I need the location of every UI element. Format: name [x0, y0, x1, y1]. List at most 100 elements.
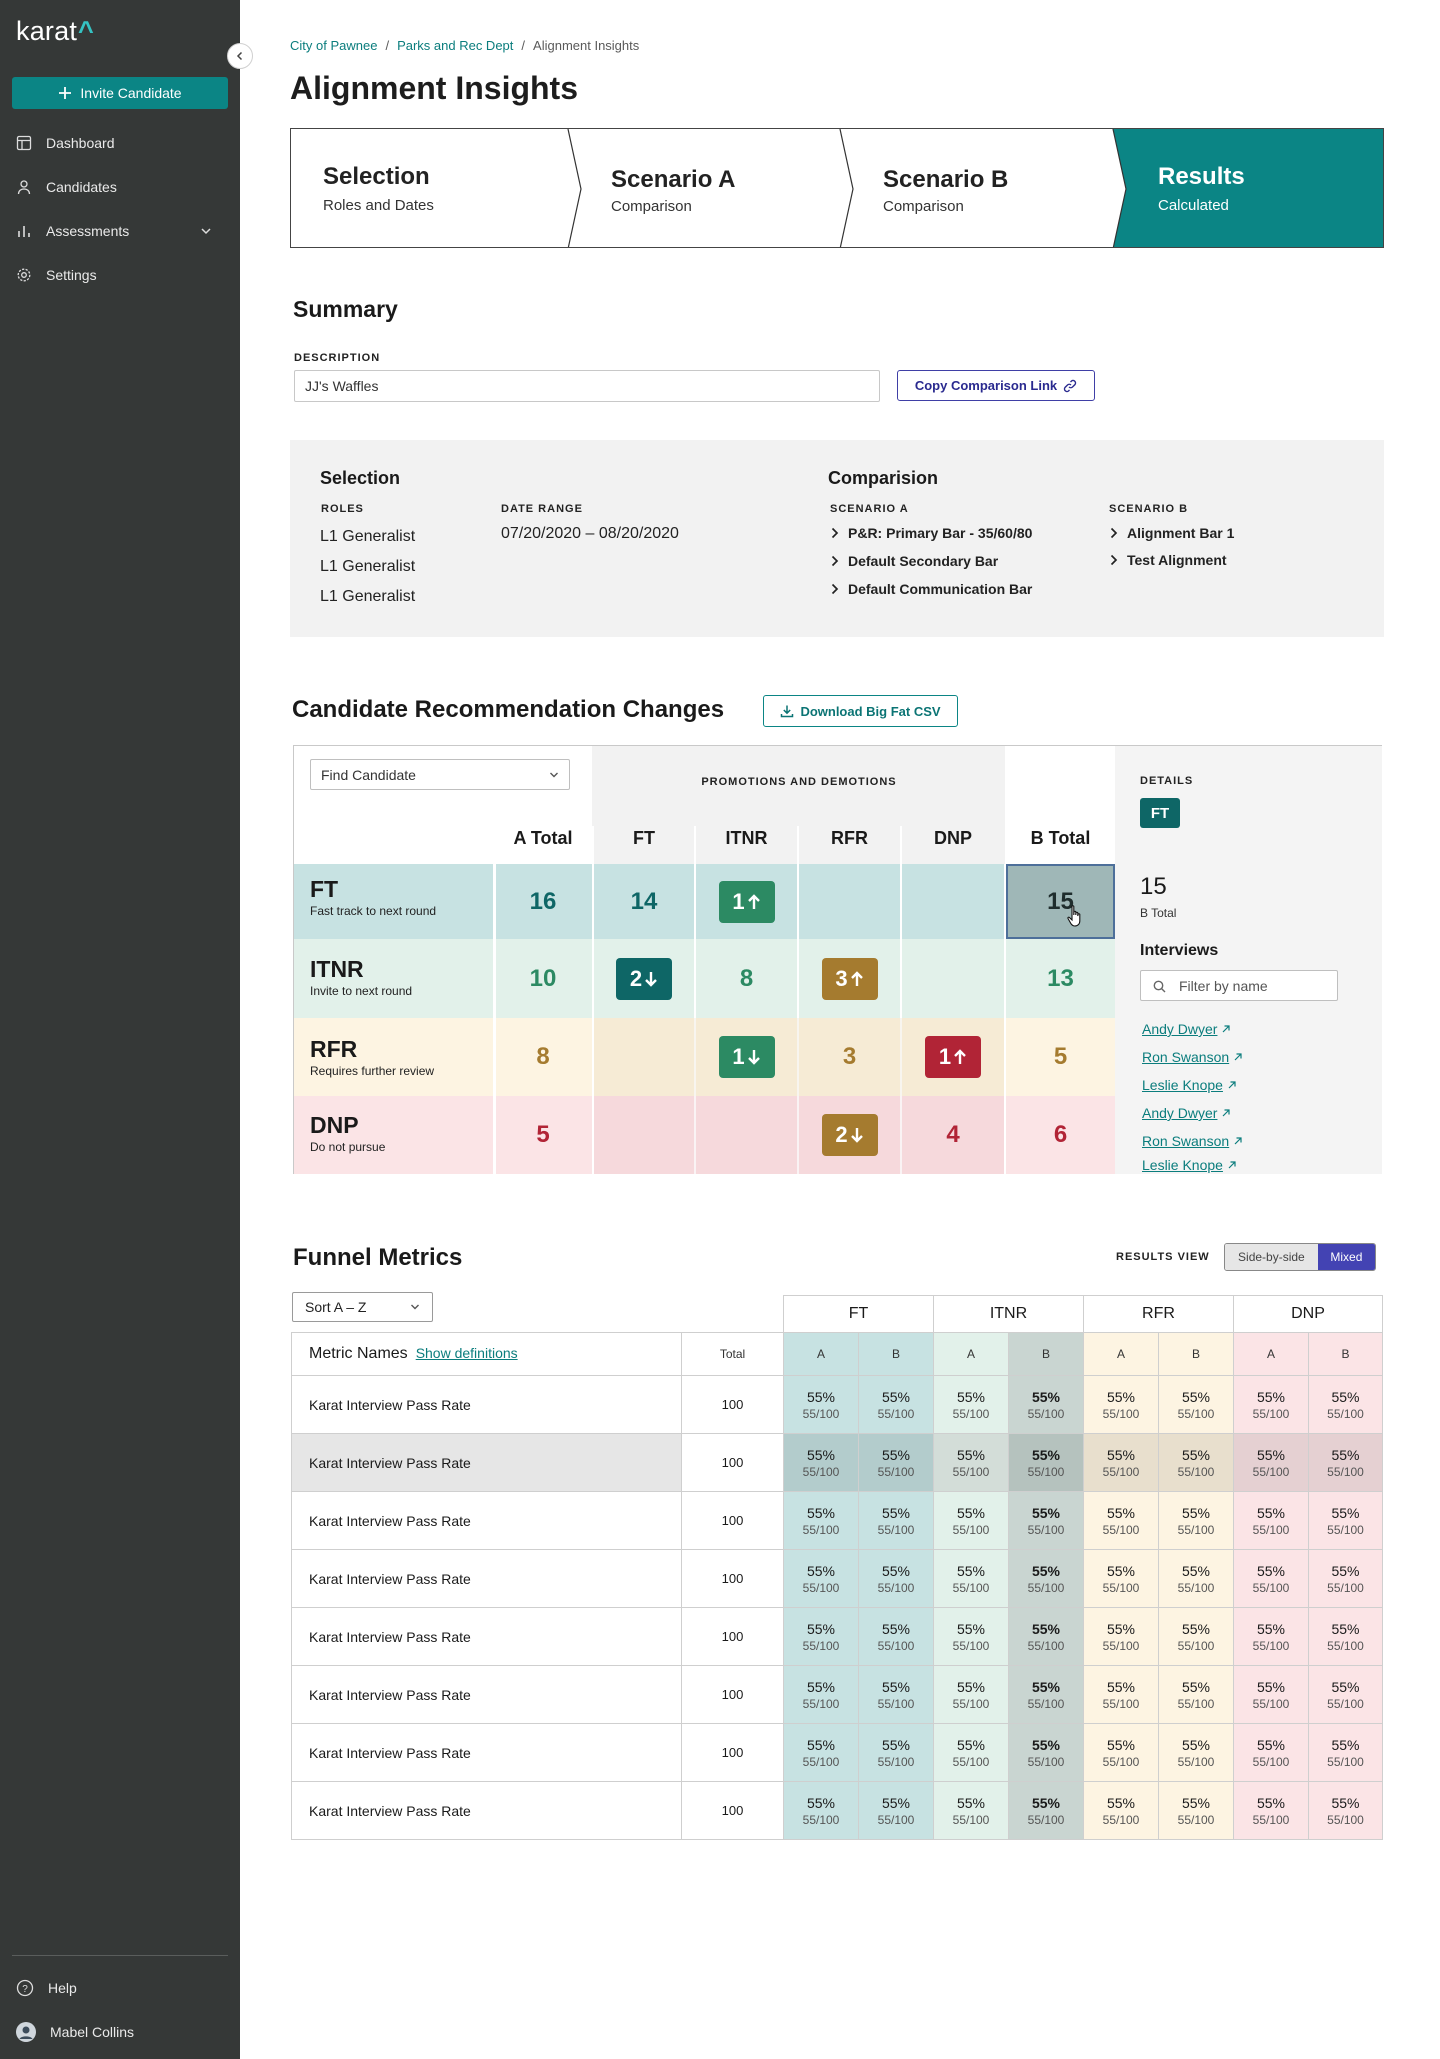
metric-cell[interactable]: 55% 55/100	[783, 1549, 859, 1608]
sidebar-item-assessments[interactable]: Assessments	[0, 211, 240, 251]
metric-cell[interactable]: 55% 55/100	[783, 1781, 859, 1840]
metric-cell[interactable]: 55% 55/100	[1308, 1781, 1383, 1840]
metric-cell[interactable]: 55% 55/100	[1158, 1491, 1234, 1550]
metric-cell[interactable]: 55% 55/100	[1308, 1665, 1383, 1724]
interview-link[interactable]: Andy Dwyer	[1142, 1099, 1243, 1127]
metric-cell[interactable]: 55% 55/100	[858, 1607, 934, 1666]
matrix-cell[interactable]: 1	[696, 1018, 797, 1096]
metric-cell[interactable]: 55% 55/100	[933, 1781, 1009, 1840]
metric-cell[interactable]: 55% 55/100	[858, 1665, 934, 1724]
interview-link[interactable]: Andy Dwyer	[1142, 1015, 1243, 1043]
metric-cell[interactable]: 55% 55/100	[1008, 1491, 1084, 1550]
b-total-cell[interactable]: 13	[1006, 939, 1115, 1018]
sidebar-item-candidates[interactable]: Candidates	[0, 167, 240, 207]
metric-cell[interactable]: 55% 55/100	[1233, 1665, 1309, 1724]
copy-comparison-link-button[interactable]: Copy Comparison Link	[897, 370, 1095, 401]
karat-logo[interactable]: karat^	[16, 16, 94, 47]
metric-cell[interactable]: 55% 55/100	[858, 1491, 934, 1550]
metric-cell[interactable]: 55% 55/100	[1233, 1375, 1309, 1434]
metric-cell[interactable]: 55% 55/100	[1008, 1549, 1084, 1608]
metric-cell[interactable]: 55% 55/100	[783, 1665, 859, 1724]
a-total-cell[interactable]: 8	[494, 1018, 592, 1096]
metric-cell[interactable]: 55% 55/100	[933, 1723, 1009, 1782]
breadcrumb-link[interactable]: Parks and Rec Dept	[397, 38, 513, 53]
metric-row[interactable]: Karat Interview Pass Rate 100 55% 55/100 55%…	[291, 1433, 1383, 1492]
metric-cell[interactable]: 55% 55/100	[933, 1665, 1009, 1724]
metric-cell[interactable]: 55% 55/100	[1158, 1607, 1234, 1666]
metric-cell[interactable]: 55% 55/100	[783, 1491, 859, 1550]
metric-cell[interactable]: 55% 55/100	[1008, 1607, 1084, 1666]
metric-cell[interactable]: 55% 55/100	[1008, 1665, 1084, 1724]
interview-link[interactable]: Ron Swanson	[1142, 1043, 1243, 1071]
metric-cell[interactable]: 55% 55/100	[1233, 1781, 1309, 1840]
metric-cell[interactable]: 55% 55/100	[933, 1491, 1009, 1550]
metric-cell[interactable]: 55% 55/100	[1158, 1723, 1234, 1782]
sidebar-item-user[interactable]: Mabel Collins	[0, 2012, 240, 2052]
metric-cell[interactable]: 55% 55/100	[858, 1723, 934, 1782]
metric-cell[interactable]: 55% 55/100	[1008, 1723, 1084, 1782]
metric-cell[interactable]: 55% 55/100	[1083, 1665, 1159, 1724]
matrix-cell[interactable]: 14	[594, 864, 694, 939]
step-scenario-a[interactable]: Scenario A Comparison	[581, 129, 841, 247]
matrix-cell[interactable]: 2	[799, 1096, 900, 1174]
metric-cell[interactable]: 55% 55/100	[1308, 1433, 1383, 1492]
metric-cell[interactable]: 55% 55/100	[1308, 1549, 1383, 1608]
scenario-a-item[interactable]: Default Communication Bar	[830, 581, 1032, 597]
metric-row[interactable]: Karat Interview Pass Rate 100 55% 55/100 55%…	[291, 1665, 1383, 1724]
interview-link[interactable]: Leslie Knope	[1142, 1155, 1243, 1175]
scenario-a-item[interactable]: Default Secondary Bar	[830, 553, 998, 569]
metric-cell[interactable]: 55% 55/100	[1083, 1607, 1159, 1666]
metric-cell[interactable]: 55% 55/100	[1308, 1491, 1383, 1550]
metric-cell[interactable]: 55% 55/100	[1158, 1375, 1234, 1434]
a-total-cell[interactable]: 16	[494, 864, 592, 939]
metric-cell[interactable]: 55% 55/100	[783, 1723, 859, 1782]
metric-row[interactable]: Karat Interview Pass Rate 100 55% 55/100 55%…	[291, 1723, 1383, 1782]
metric-row[interactable]: Karat Interview Pass Rate 100 55% 55/100 55%…	[291, 1607, 1383, 1666]
description-input[interactable]: JJ's Waffles	[294, 370, 880, 402]
metric-cell[interactable]: 55% 55/100	[783, 1375, 859, 1434]
invite-candidate-button[interactable]: Invite Candidate	[12, 77, 228, 109]
metric-cell[interactable]: 55% 55/100	[858, 1549, 934, 1608]
breadcrumb-link[interactable]: City of Pawnee	[290, 38, 377, 53]
metric-row[interactable]: Karat Interview Pass Rate 100 55% 55/100 55%…	[291, 1781, 1383, 1840]
metric-cell[interactable]: 55% 55/100	[1158, 1781, 1234, 1840]
metric-cell[interactable]: 55% 55/100	[1233, 1723, 1309, 1782]
metric-cell[interactable]: 55% 55/100	[1083, 1723, 1159, 1782]
metric-cell[interactable]: 55% 55/100	[1083, 1491, 1159, 1550]
matrix-cell[interactable]: 1	[696, 864, 797, 939]
sidebar-item-help[interactable]: ? Help	[0, 1968, 240, 2008]
sidebar-item-dashboard[interactable]: Dashboard	[0, 123, 240, 163]
mixed-option[interactable]: Mixed	[1317, 1244, 1375, 1270]
matrix-cell[interactable]: 2	[594, 939, 694, 1018]
metric-cell[interactable]: 55% 55/100	[1233, 1491, 1309, 1550]
interview-link[interactable]: Leslie Knope	[1142, 1071, 1243, 1099]
metric-cell[interactable]: 55% 55/100	[1083, 1549, 1159, 1608]
metric-cell[interactable]: 55% 55/100	[1308, 1607, 1383, 1666]
metric-cell[interactable]: 55% 55/100	[1233, 1607, 1309, 1666]
b-total-cell-selected[interactable]: 15	[1006, 864, 1115, 939]
scenario-b-item[interactable]: Test Alignment	[1109, 552, 1227, 568]
metric-row[interactable]: Karat Interview Pass Rate 100 55% 55/100 55%…	[291, 1375, 1383, 1434]
metric-cell[interactable]: 55% 55/100	[1308, 1375, 1383, 1434]
metric-cell[interactable]: 55% 55/100	[1083, 1433, 1159, 1492]
scenario-b-item[interactable]: Alignment Bar 1	[1109, 525, 1234, 541]
metric-cell[interactable]: 55% 55/100	[1083, 1375, 1159, 1434]
sidebar-item-settings[interactable]: Settings	[0, 255, 240, 295]
matrix-cell[interactable]: 3	[799, 939, 900, 1018]
find-candidate-select[interactable]: Find Candidate	[310, 759, 570, 790]
metric-cell[interactable]: 55% 55/100	[1158, 1665, 1234, 1724]
metric-cell[interactable]: 55% 55/100	[1308, 1723, 1383, 1782]
metric-cell[interactable]: 55% 55/100	[858, 1433, 934, 1492]
metric-cell[interactable]: 55% 55/100	[933, 1375, 1009, 1434]
metric-cell[interactable]: 55% 55/100	[858, 1375, 934, 1434]
metric-cell[interactable]: 55% 55/100	[783, 1433, 859, 1492]
scenario-a-item[interactable]: P&R: Primary Bar - 35/60/80	[830, 525, 1032, 541]
metric-cell[interactable]: 55% 55/100	[1233, 1549, 1309, 1608]
b-total-cell[interactable]: 6	[1006, 1096, 1115, 1174]
metric-cell[interactable]: 55% 55/100	[858, 1781, 934, 1840]
b-total-cell[interactable]: 5	[1006, 1018, 1115, 1096]
matrix-cell[interactable]: 8	[696, 939, 797, 1018]
interview-link[interactable]: Ron Swanson	[1142, 1127, 1243, 1155]
metric-cell[interactable]: 55% 55/100	[1008, 1433, 1084, 1492]
filter-by-name-input[interactable]: Filter by name	[1140, 970, 1338, 1001]
